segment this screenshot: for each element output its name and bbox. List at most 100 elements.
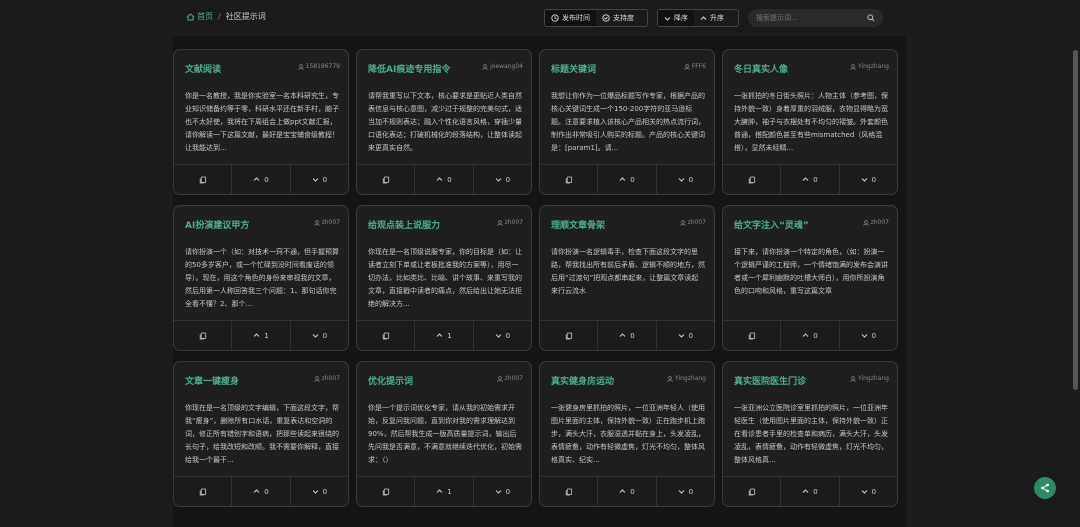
like-count: 0 <box>813 487 818 496</box>
copy-button[interactable] <box>357 165 416 194</box>
card-author: 158196779 <box>297 63 340 70</box>
card-title[interactable]: 给观点装上说服力 <box>368 218 440 231</box>
copy-button[interactable] <box>540 321 599 350</box>
copy-button[interactable] <box>540 477 599 506</box>
card-title[interactable]: 真实医院医生门诊 <box>734 374 806 387</box>
dislike-button[interactable]: 0 <box>291 321 348 350</box>
like-button[interactable]: 0 <box>781 477 840 506</box>
like-button[interactable]: 0 <box>232 165 291 194</box>
sort-asc-label: 升序 <box>710 14 724 22</box>
dislike-count: 0 <box>322 175 328 184</box>
like-button[interactable]: 1 <box>415 477 474 506</box>
card-description: 我想让你作为一位爆品标题写作专家，根据产品的核心关键词生成一个150-200字符… <box>551 92 705 152</box>
search-icon[interactable] <box>867 14 875 22</box>
card-title[interactable]: AI扮演建议甲方 <box>185 218 249 231</box>
copy-button[interactable] <box>723 165 782 194</box>
card-title[interactable]: 标题关键词 <box>551 62 596 75</box>
dislike-button[interactable]: 0 <box>657 477 714 506</box>
copy-button[interactable] <box>357 321 416 350</box>
thumb-up-icon <box>619 488 626 495</box>
user-icon <box>313 375 320 382</box>
copy-icon <box>199 488 207 496</box>
prompt-card[interactable]: 给文字注入“灵魂” zh007 接下来，请你扮演一个特定的角色，（如：扮演一个逻辑严… <box>722 205 898 351</box>
thumb-down-icon <box>495 488 502 495</box>
prompt-card[interactable]: 降低AI痕迹专用指令 joewang04 请帮我重写以下文本，核心要求是更贴近人类自… <box>356 49 532 195</box>
card-author-name: joewang04 <box>490 63 523 70</box>
scrollbar[interactable] <box>1071 36 1080 527</box>
prompt-card[interactable]: 文献阅读 158196779 你是一名教授，我是你实验室一名本科研究生，专业知识储备… <box>173 49 349 195</box>
like-button[interactable]: 0 <box>781 165 840 194</box>
like-button[interactable]: 0 <box>598 321 657 350</box>
copy-button[interactable] <box>174 477 233 506</box>
card-actions: 00 <box>723 320 897 350</box>
dislike-button[interactable]: 0 <box>474 477 531 506</box>
card-title[interactable]: 文章一键瘦身 <box>185 374 239 387</box>
sort-by-time-button[interactable]: 发布时间 <box>545 10 596 26</box>
copy-button[interactable] <box>174 165 233 194</box>
like-button[interactable]: 0 <box>781 321 840 350</box>
thumb-down-icon <box>312 176 319 183</box>
copy-button[interactable] <box>723 477 782 506</box>
thumb-up-icon <box>802 176 809 183</box>
prompt-card[interactable]: 文章一键瘦身 zh007 你现在是一名顶级的文字编辑，下面这段文字，帮我“瘦身”，删… <box>173 361 349 507</box>
prompt-card[interactable]: 优化提示词 zh007 你是一个提示词优化专家，请从我的初始需求开始，反复问我问题，… <box>356 361 532 507</box>
card-author: Yingzhang <box>850 375 889 382</box>
user-icon <box>297 63 304 70</box>
copy-button[interactable] <box>723 321 782 350</box>
breadcrumb-home[interactable]: 首页 <box>186 11 213 22</box>
thumb-up-icon <box>802 488 809 495</box>
prompt-card[interactable]: 真实医院医生门诊 Yingzhang 一张亚洲公立医院诊室里抓拍的照片，一位亚洲年轻… <box>722 361 898 507</box>
card-title[interactable]: 冬日真实人像 <box>734 62 788 75</box>
user-icon <box>850 375 856 382</box>
sort-desc-button[interactable]: 降序 <box>658 10 694 26</box>
share-button[interactable] <box>1034 477 1056 499</box>
like-button[interactable]: 0 <box>415 165 474 194</box>
dislike-button[interactable]: 0 <box>474 321 531 350</box>
sort-field-group: 发布时间 支持度 <box>544 9 648 27</box>
dislike-button[interactable]: 0 <box>840 321 897 350</box>
sort-by-support-button[interactable]: 支持度 <box>596 10 640 26</box>
card-title[interactable]: 理顺文章骨架 <box>551 218 605 231</box>
dislike-button[interactable]: 0 <box>657 321 714 350</box>
card-title[interactable]: 降低AI痕迹专用指令 <box>368 62 450 75</box>
card-title[interactable]: 给文字注入“灵魂” <box>734 218 809 231</box>
copy-icon <box>748 488 756 496</box>
card-author-name: zh007 <box>504 375 523 382</box>
sort-order-group: 降序 升序 <box>657 9 739 27</box>
dislike-button[interactable]: 0 <box>840 165 897 194</box>
sort-asc-button[interactable]: 升序 <box>694 10 730 26</box>
dislike-button[interactable]: 0 <box>474 165 531 194</box>
user-icon <box>684 63 690 70</box>
dislike-button[interactable]: 0 <box>840 477 897 506</box>
copy-icon <box>565 488 573 496</box>
prompt-card[interactable]: 标题关键词 FFF6 我想让你作为一位爆品标题写作专家，根据产品的核心关键词生成一个… <box>539 49 715 195</box>
dislike-button[interactable]: 0 <box>291 165 348 194</box>
prompt-card[interactable]: 理顺文章骨架 zh007 请你扮演一名逻辑毒手，检查下面这段文字的思路，帮我找出所有… <box>539 205 715 351</box>
card-title[interactable]: 真实健身房运动 <box>551 374 614 387</box>
scrollbar-thumb[interactable] <box>1073 50 1078 390</box>
copy-button[interactable] <box>357 477 416 506</box>
copy-button[interactable] <box>174 321 233 350</box>
prompt-card[interactable]: 冬日真实人像 Yingzhang 一张抓拍的冬日街头照片：人物主体（参考图，保持外貌… <box>722 49 898 195</box>
copy-button[interactable] <box>540 165 599 194</box>
prompt-card[interactable]: 给观点装上说服力 zh007 你现在是一名顶级说服专家，你的目标是（如：让读者立刻下… <box>356 205 532 351</box>
dislike-button[interactable]: 0 <box>291 477 348 506</box>
card-author: zh007 <box>313 219 340 226</box>
like-button[interactable]: 0 <box>232 477 291 506</box>
card-author-name: 158196779 <box>305 63 340 70</box>
dislike-count: 0 <box>871 331 877 340</box>
card-title[interactable]: 文献阅读 <box>185 62 221 75</box>
like-count: 0 <box>813 175 818 184</box>
search-input[interactable] <box>756 14 864 22</box>
like-button[interactable]: 1 <box>232 321 291 350</box>
user-icon <box>850 63 856 70</box>
like-button[interactable]: 1 <box>415 321 474 350</box>
dislike-button[interactable]: 0 <box>657 165 714 194</box>
card-title[interactable]: 优化提示词 <box>368 374 413 387</box>
copy-icon <box>382 488 390 496</box>
prompt-card[interactable]: 真实健身房运动 Yingzhang 一张健身房里抓拍的照片，一位亚洲年轻人（使用图片… <box>539 361 715 507</box>
thumb-down-icon <box>495 332 502 339</box>
like-button[interactable]: 0 <box>598 165 657 194</box>
prompt-card[interactable]: AI扮演建议甲方 zh007 请你扮演一个（如：对技术一窍不通，但手握预算的50多岁… <box>173 205 349 351</box>
like-button[interactable]: 0 <box>598 477 657 506</box>
